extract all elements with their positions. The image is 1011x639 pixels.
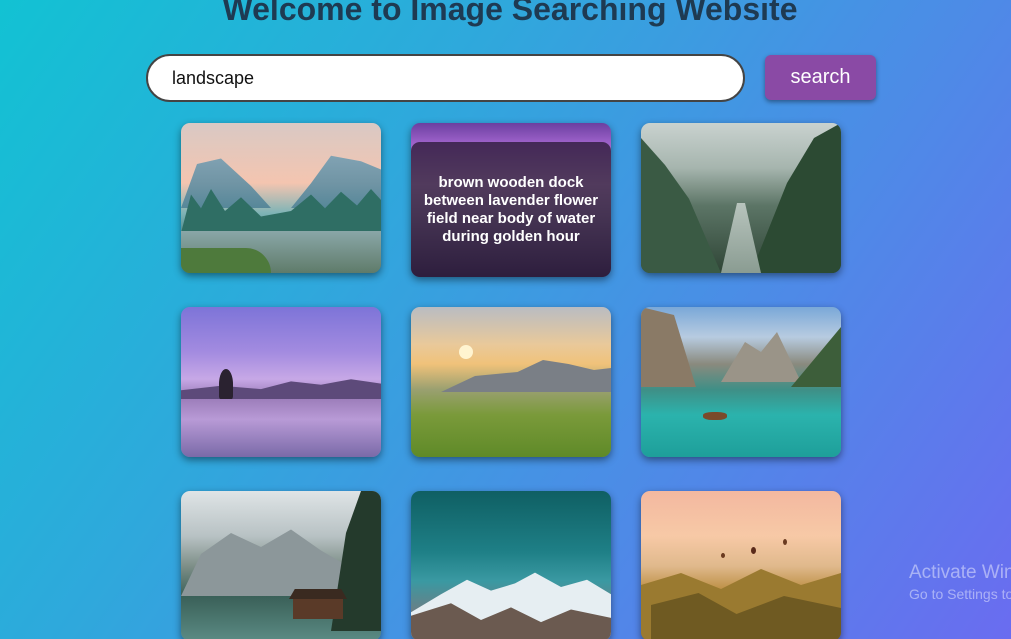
result-card[interactable] [181, 491, 381, 639]
activate-windows-watermark: Activate Windows Go to Settings to activ… [909, 562, 1011, 602]
result-image [181, 307, 381, 457]
hover-caption: brown wooden dock between lavender flowe… [411, 142, 611, 277]
result-image [411, 307, 611, 457]
result-image [181, 491, 381, 639]
result-card[interactable] [181, 123, 381, 273]
result-card[interactable] [641, 491, 841, 639]
result-image [181, 123, 381, 273]
result-card[interactable] [411, 307, 611, 457]
result-image [411, 491, 611, 639]
result-image [641, 307, 841, 457]
watermark-line-1: Activate Windows [909, 562, 1011, 583]
result-card[interactable] [411, 491, 611, 639]
results-grid: brown wooden dock between lavender flowe… [0, 0, 1011, 639]
result-card[interactable] [641, 307, 841, 457]
result-card[interactable] [641, 123, 841, 273]
result-image [641, 491, 841, 639]
result-card[interactable]: brown wooden dock between lavender flowe… [411, 123, 611, 277]
result-card[interactable] [181, 307, 381, 457]
watermark-line-2: Go to Settings to activate Windows. [909, 586, 1011, 602]
result-image [641, 123, 841, 273]
